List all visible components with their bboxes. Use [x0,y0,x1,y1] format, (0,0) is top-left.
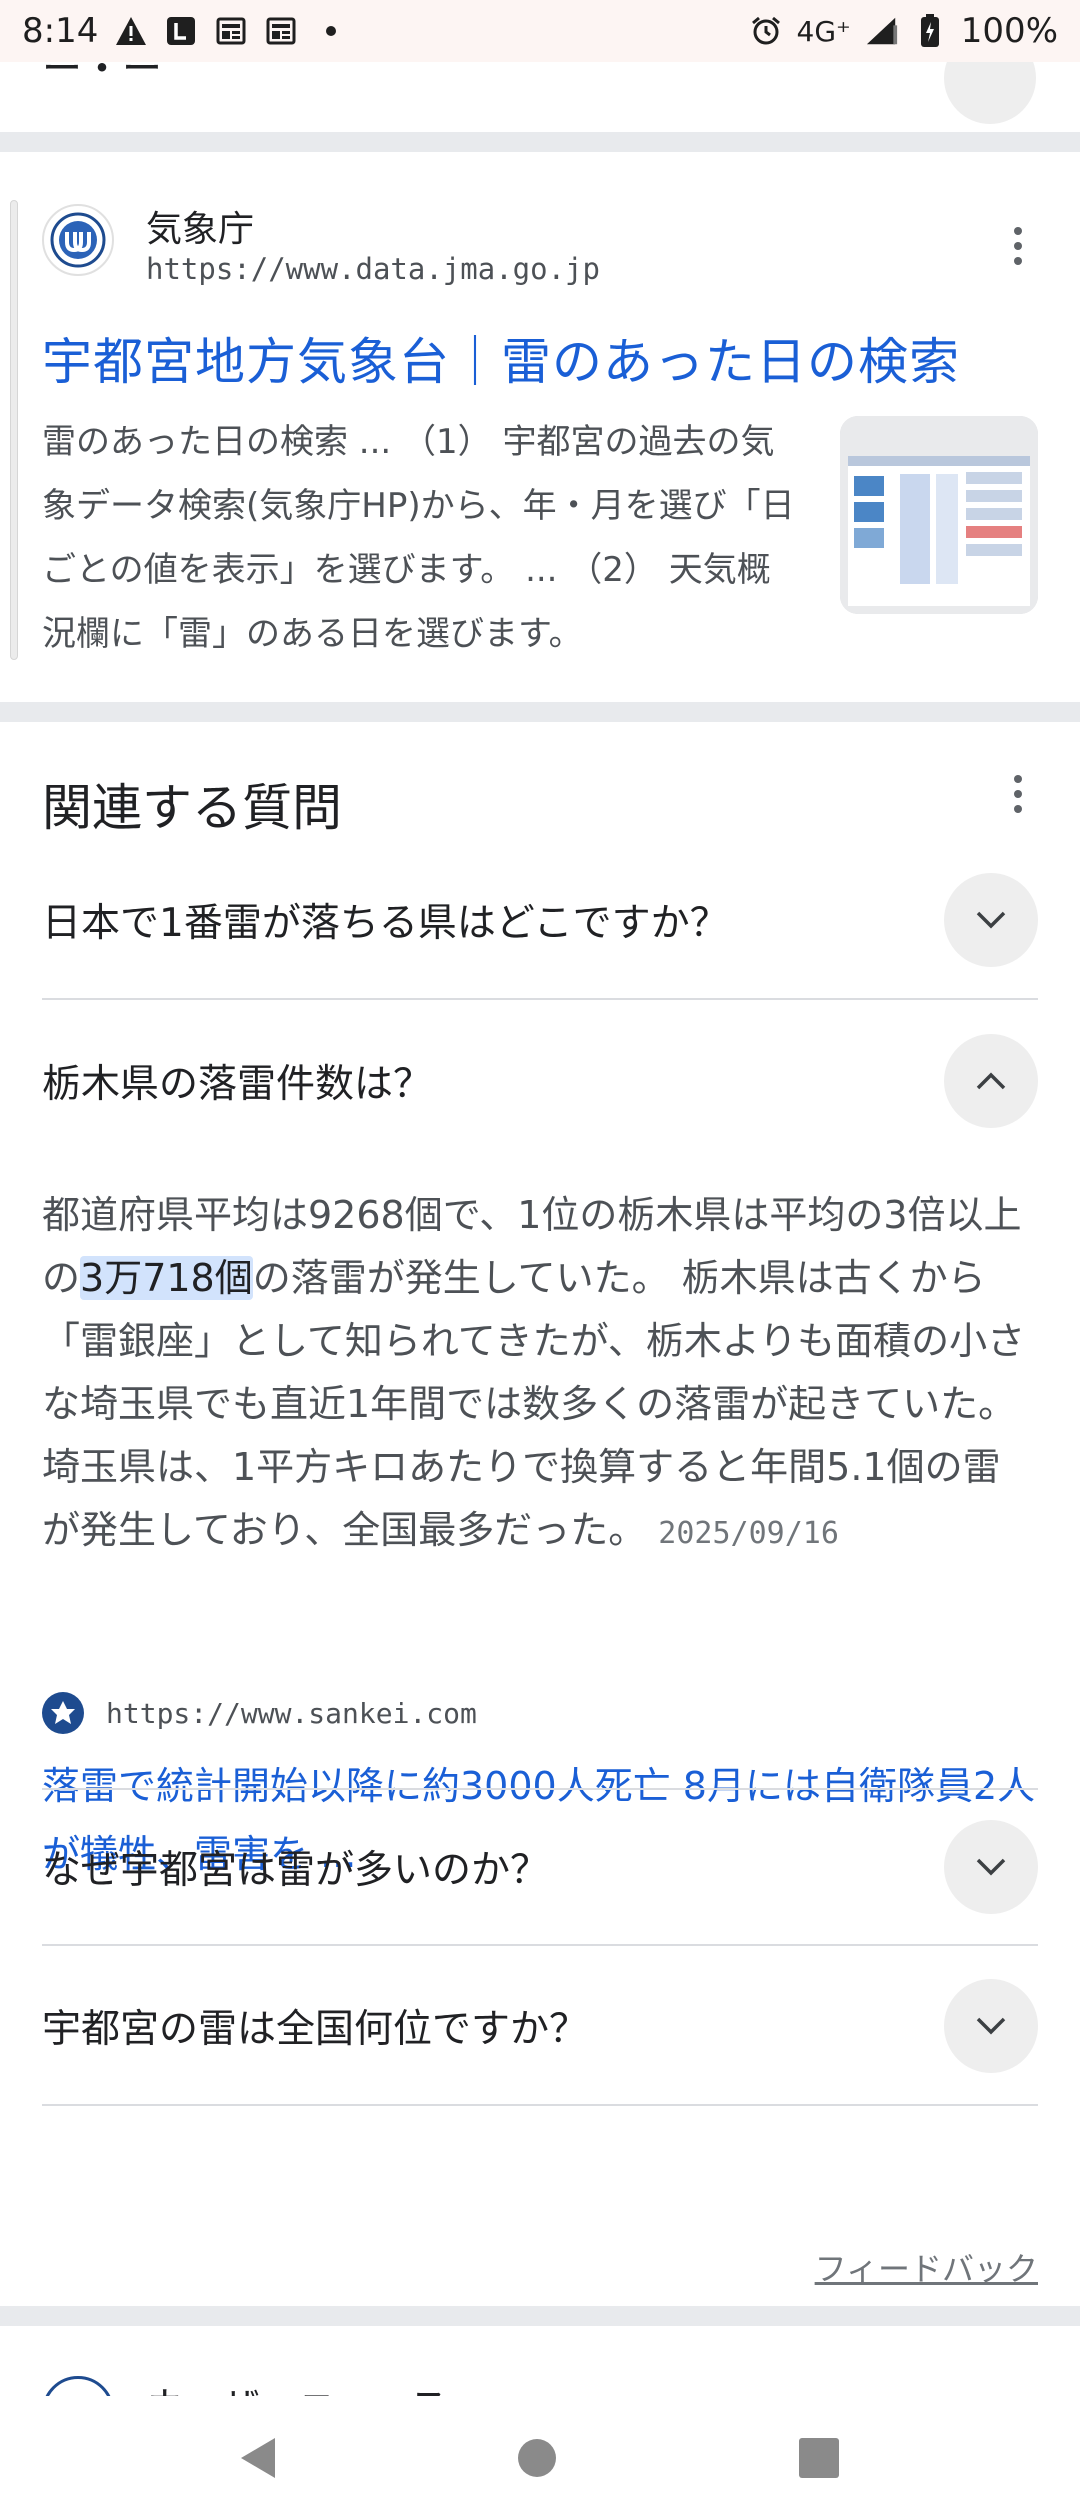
back-icon[interactable] [241,2438,276,2478]
question-text: 栃木県の落雷件数は？ [42,1062,433,1107]
more-vert-icon[interactable] [998,216,1038,276]
previous-result-card: ー・ー [0,62,1080,132]
source-url: https://www.sankei.com [106,1696,477,1730]
chevron-down-icon[interactable] [944,873,1038,967]
related-questions-title: 関連する質問 [42,779,342,837]
card-separator [0,132,1080,152]
alarm-icon [749,14,783,48]
question-text: 日本で1番雷が落ちる県はどこですか？ [42,901,729,946]
answer-highlight: 3万718個 [80,1256,253,1300]
news-icon [264,14,298,48]
battery-icon [913,14,947,48]
answer-source[interactable]: https://www.sankei.com [42,1692,477,1734]
question-text: 宇都宮の雷は全国何位ですか？ [42,2007,589,2052]
next-site-name: ウェザーニュース [146,2376,448,2396]
scroll-indicator [10,200,18,660]
question-row-expanded[interactable]: 栃木県の落雷件数は？ [42,1002,1038,1160]
network-type: 4G⁺ [796,14,851,48]
result-title-link[interactable]: 宇都宮地方気象台｜雷のあった日の検索 [42,322,960,394]
site-name: 気象庁 [146,209,255,250]
chevron-down-icon[interactable] [944,1820,1038,1914]
clock: 8:14 [22,11,99,51]
battery-level: 100% [960,11,1058,51]
app-l-icon [164,14,198,48]
warning-icon [114,14,148,48]
result-thumbnail[interactable] [840,416,1038,614]
sankei-logo-icon [42,1692,84,1734]
weathernews-logo-icon [42,2376,114,2396]
feedback-link[interactable]: フィードバック [815,2244,1038,2290]
recents-icon[interactable] [798,2438,839,2478]
answer-text: 都道府県平均は9268個で、1位の栃木県は平均の3倍以上の3万718個の落雷が発… [42,1184,1038,1565]
previous-result-title: ー・ー [42,62,162,92]
card-separator [0,2306,1080,2326]
collapse-button[interactable] [944,62,1036,124]
result-snippet: 雷のあった日の検索 ... （1） 宇都宮の過去の気象データ検索(気象庁HP)か… [42,422,795,654]
site-url[interactable]: https://www.data.jma.go.jp [146,252,600,286]
answer-text-part: の落雷が発生していた。 栃木県は古くから「雷銀座」として知られてきたが、栃木より… [42,1256,1026,1552]
related-questions-card: 関連する質問 日本で1番雷が落ちる県はどこですか？ 栃木県の落雷件数は？ 都道府… [0,722,1080,2288]
signal-icon [865,14,899,48]
question-text: なぜ宇都宮は雷が多いのか？ [42,1848,550,1893]
question-row[interactable]: 日本で1番雷が落ちる県はどこですか？ [42,842,1038,1000]
more-vert-icon[interactable] [998,764,1038,824]
next-result-card: ウェザーニュース [0,2330,1080,2396]
news-icon [214,14,248,48]
dot-icon [314,14,348,48]
question-row[interactable]: 宇都宮の雷は全国何位ですか？ [42,1948,1038,2106]
chevron-down-icon[interactable] [944,1979,1038,2073]
home-icon[interactable] [517,2439,556,2477]
chevron-up-icon[interactable] [944,1034,1038,1128]
answer-date: 2025/09/16 [658,1516,839,1551]
search-result-card: 気象庁 https://www.data.jma.go.jp 宇都宮地方気象台｜… [0,152,1080,702]
card-separator [0,702,1080,722]
question-row[interactable]: なぜ宇都宮は雷が多いのか？ [42,1788,1038,1946]
status-bar: 8:14 4G⁺ 100% [0,0,1080,62]
system-nav-bar [0,2396,1080,2520]
jma-logo-icon [42,204,114,276]
